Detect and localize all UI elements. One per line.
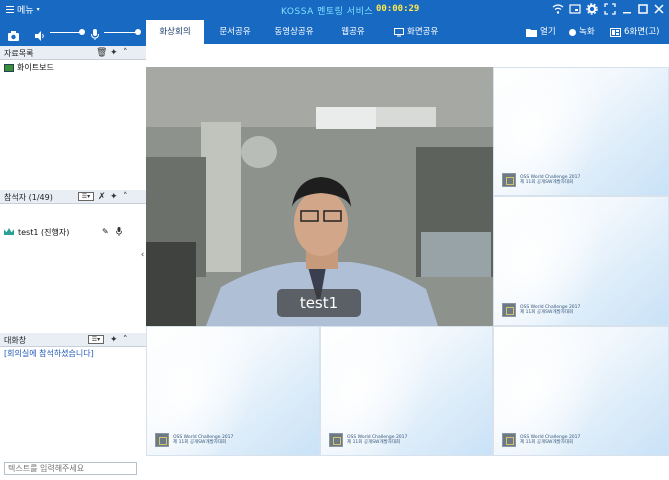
speaker-volume-slider[interactable] bbox=[50, 32, 82, 33]
participants-panel-header: 참석자 (1/49) ☰▾ ✗ ✦ ˄ bbox=[0, 190, 146, 204]
video-tile-empty[interactable]: OSS World Challenge 2017 제 11회 공개SW개발자대회 bbox=[493, 196, 669, 326]
participant-name: test1 (진행자) bbox=[18, 228, 70, 237]
video-tile-empty[interactable]: OSS World Challenge 2017 제 11회 공개SW개발자대회 bbox=[146, 326, 320, 456]
gear-icon[interactable] bbox=[586, 3, 598, 15]
layout-button[interactable]: 6화면(고) bbox=[610, 20, 660, 44]
logo-line-1: OSS World Challenge 2017 bbox=[520, 304, 581, 310]
record-dot-icon bbox=[569, 28, 576, 36]
logo-line-2: 제 11회 공개SW개발자대회 bbox=[347, 440, 401, 445]
tab-video-conference[interactable]: 화상회의 bbox=[146, 20, 204, 44]
pin-icon[interactable]: ✦ bbox=[110, 191, 118, 203]
maximize-icon[interactable] bbox=[637, 3, 649, 15]
logo-line-1: OSS World Challenge 2017 bbox=[347, 434, 408, 440]
tab-screen-share[interactable]: 화면공유 bbox=[394, 20, 438, 44]
fullscreen-icon[interactable] bbox=[604, 3, 616, 15]
camera-icon[interactable] bbox=[7, 27, 20, 46]
conference-stage: test1 OSS World Challenge 2017 제 11회 공개SW… bbox=[146, 44, 669, 480]
collapse-up-icon[interactable]: ˄ bbox=[123, 334, 128, 346]
collapse-up-icon[interactable]: ˄ bbox=[123, 47, 128, 59]
app-title: KOSSA 멘토링 서비스 bbox=[281, 7, 374, 17]
host-crown-icon bbox=[4, 228, 14, 235]
oss-emblem-icon bbox=[329, 433, 343, 447]
app-window: 메뉴 ▾ KOSSA 멘토링 서비스 00:00:29 자료목록 🗑 ✦ ˄ 화… bbox=[0, 0, 669, 480]
close-icon[interactable] bbox=[653, 3, 665, 15]
tab-video-share[interactable]: 동영상공유 bbox=[264, 20, 324, 44]
oss-emblem-icon bbox=[502, 173, 516, 187]
chat-panel-title: 대화창 bbox=[4, 336, 27, 345]
microphone-icon[interactable] bbox=[116, 227, 122, 238]
pen-icon[interactable]: ✎ bbox=[102, 227, 109, 236]
chat-input[interactable] bbox=[4, 462, 137, 475]
mic-volume-slider[interactable] bbox=[104, 32, 138, 33]
logo-line-1: OSS World Challenge 2017 bbox=[173, 434, 234, 440]
oss-emblem-icon bbox=[502, 303, 516, 317]
microphone-icon[interactable] bbox=[90, 26, 100, 45]
title-bar: 메뉴 ▾ KOSSA 멘토링 서비스 00:00:29 bbox=[0, 0, 669, 20]
chat-panel-header: 대화창 ☰▾ ✦ ˄ bbox=[0, 333, 146, 347]
left-panel: 자료목록 🗑 ✦ ˄ 화이트보드 참석자 (1/49) ☰▾ ✗ ✦ ˄ tes… bbox=[0, 20, 146, 480]
tab-screen-share-label: 화면공유 bbox=[407, 27, 439, 37]
video-tile-empty[interactable]: OSS World Challenge 2017 제 11회 공개SW개발자대회 bbox=[493, 326, 669, 456]
logo-line-2: 제 11회 공개SW개발자대회 bbox=[520, 440, 574, 445]
file-list-item[interactable]: 화이트보드 bbox=[4, 62, 54, 73]
media-control-bar bbox=[0, 20, 146, 46]
video-tile-empty[interactable]: OSS World Challenge 2017 제 11회 공개SW개발자대회 bbox=[493, 67, 669, 196]
logo-line-2: 제 11회 공개SW개발자대회 bbox=[520, 180, 574, 185]
open-button[interactable]: 열기 bbox=[526, 20, 556, 44]
webcam-feed-image bbox=[146, 67, 493, 326]
wifi-icon[interactable] bbox=[552, 3, 564, 15]
record-button[interactable]: 녹화 bbox=[569, 20, 595, 44]
oss-emblem-icon bbox=[155, 433, 169, 447]
collapse-up-icon[interactable]: ˄ bbox=[123, 191, 128, 203]
mic-volume-knob[interactable] bbox=[135, 29, 141, 35]
participant-name-plate: test1 bbox=[277, 289, 361, 317]
menu-button[interactable]: 메뉴 ▾ bbox=[6, 3, 40, 16]
event-logo: OSS World Challenge 2017 제 11회 공개SW개발자대회 bbox=[502, 173, 580, 187]
list-view-button[interactable]: ☰▾ bbox=[88, 335, 104, 344]
tab-document-share[interactable]: 문서공유 bbox=[206, 20, 264, 44]
list-view-button[interactable]: ☰▾ bbox=[78, 192, 94, 201]
trash-icon[interactable]: 🗑 bbox=[96, 47, 107, 59]
event-logo: OSS World Challenge 2017 제 11회 공개SW개발자대회 bbox=[329, 433, 407, 447]
tab-web-share[interactable]: 웹공유 bbox=[324, 20, 382, 44]
logo-line-2: 제 11회 공개SW개발자대회 bbox=[173, 440, 227, 445]
video-tile-main[interactable]: test1 bbox=[146, 67, 493, 326]
collapse-panel-handle[interactable]: ‹ bbox=[139, 247, 146, 263]
video-tile-empty[interactable]: OSS World Challenge 2017 제 11회 공개SW개발자대회 bbox=[320, 326, 493, 456]
speaker-icon[interactable] bbox=[34, 27, 46, 46]
screen-capture-icon[interactable] bbox=[569, 3, 581, 15]
oss-emblem-icon bbox=[502, 433, 516, 447]
menu-label: 메뉴 bbox=[17, 6, 34, 16]
record-label: 녹화 bbox=[579, 27, 595, 37]
files-panel-title: 자료목록 bbox=[4, 49, 34, 58]
whiteboard-icon bbox=[4, 63, 14, 72]
hamburger-icon bbox=[6, 6, 14, 13]
pin-icon[interactable]: ✦ bbox=[110, 47, 118, 59]
logo-line-1: OSS World Challenge 2017 bbox=[520, 434, 581, 440]
files-panel-header: 자료목록 🗑 ✦ ˄ bbox=[0, 46, 146, 60]
event-logo: OSS World Challenge 2017 제 11회 공개SW개발자대회 bbox=[155, 433, 233, 447]
video-grid: test1 OSS World Challenge 2017 제 11회 공개SW… bbox=[146, 67, 669, 456]
tab-bar: 화상회의 문서공유 동영상공유 웹공유 화면공유 열기 녹화 6화면(고) bbox=[146, 20, 669, 44]
chevron-down-icon: ▾ bbox=[36, 6, 40, 13]
pin-icon[interactable]: ✦ bbox=[110, 334, 118, 346]
layout-grid-icon bbox=[610, 27, 621, 37]
layout-label: 6화면(고) bbox=[624, 27, 660, 37]
mic-mute-icon[interactable]: ✗ bbox=[98, 191, 106, 203]
speaker-volume-knob[interactable] bbox=[79, 29, 85, 35]
logo-line-1: OSS World Challenge 2017 bbox=[520, 174, 581, 180]
event-logo: OSS World Challenge 2017 제 11회 공개SW개발자대회 bbox=[502, 433, 580, 447]
folder-icon bbox=[526, 28, 537, 37]
minimize-icon[interactable] bbox=[621, 3, 633, 15]
open-label: 열기 bbox=[540, 27, 556, 37]
chat-system-message: [회의실에 참석하셨습니다] bbox=[4, 349, 94, 358]
event-logo: OSS World Challenge 2017 제 11회 공개SW개발자대회 bbox=[502, 303, 580, 317]
monitor-icon bbox=[394, 27, 404, 36]
session-timer: 00:00:29 bbox=[376, 4, 420, 14]
logo-line-2: 제 11회 공개SW개발자대회 bbox=[520, 310, 574, 315]
file-item-label: 화이트보드 bbox=[17, 63, 54, 72]
participants-panel-title: 참석자 (1/49) bbox=[4, 193, 53, 202]
